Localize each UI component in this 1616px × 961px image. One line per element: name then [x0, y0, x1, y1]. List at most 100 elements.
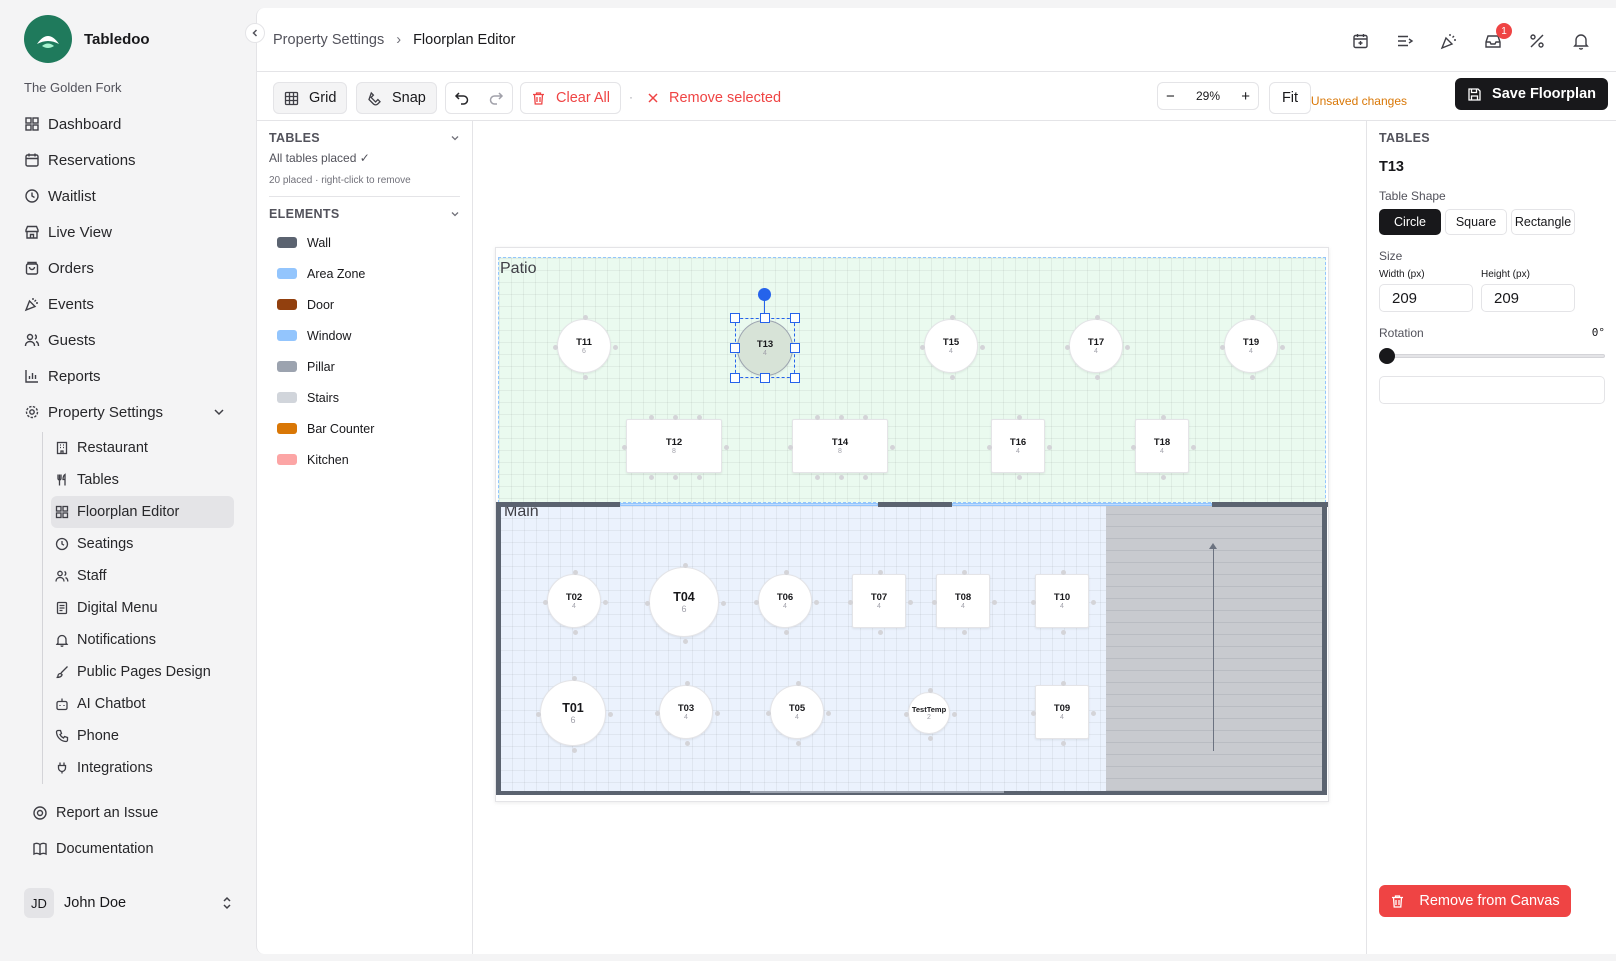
- table-T15[interactable]: T15 4: [919, 314, 985, 380]
- zone-main[interactable]: [500, 506, 1106, 791]
- nav-reports[interactable]: Reports: [24, 358, 234, 394]
- tables-section-header[interactable]: TABLES: [269, 131, 460, 145]
- element-window[interactable]: Window: [269, 320, 460, 351]
- wall-top-right[interactable]: [1212, 502, 1328, 507]
- element-wall[interactable]: Wall: [269, 227, 460, 258]
- remove-from-canvas-button[interactable]: Remove from Canvas: [1379, 885, 1571, 917]
- table-T07[interactable]: T07 4: [847, 569, 913, 635]
- door-bottom[interactable]: [750, 791, 1004, 793]
- remove-selected-button[interactable]: Remove selected: [637, 82, 791, 114]
- waitlist-button[interactable]: [1394, 30, 1416, 52]
- clear-all-button[interactable]: Clear All: [520, 82, 621, 114]
- sub-floorplan-editor[interactable]: Floorplan Editor: [51, 496, 234, 528]
- nav-orders[interactable]: Orders: [24, 250, 234, 286]
- element-kitchen[interactable]: Kitchen: [269, 444, 460, 475]
- slider-thumb[interactable]: [1379, 348, 1395, 364]
- resize-handle-se[interactable]: [790, 373, 800, 383]
- table-T06[interactable]: T06 4: [753, 569, 819, 635]
- inbox-button[interactable]: 1: [1482, 23, 1512, 52]
- sub-digital-menu[interactable]: Digital Menu: [51, 592, 234, 624]
- sub-notifications[interactable]: Notifications: [51, 624, 234, 656]
- element-stairs[interactable]: Stairs: [269, 382, 460, 413]
- wall-left[interactable]: [496, 502, 501, 794]
- nav-reservations[interactable]: Reservations: [24, 142, 234, 178]
- nav-live-view[interactable]: Live View: [24, 214, 234, 250]
- documentation-link[interactable]: Documentation: [32, 831, 158, 867]
- undo-icon[interactable]: [454, 90, 470, 106]
- window-top-2[interactable]: [952, 503, 1212, 506]
- resize-handle-nw[interactable]: [730, 313, 740, 323]
- element-door[interactable]: Door: [269, 289, 460, 320]
- zone-patio[interactable]: [498, 257, 1326, 503]
- events-button[interactable]: [1438, 30, 1460, 52]
- table-T16[interactable]: T16 4: [986, 414, 1052, 480]
- table-T02[interactable]: T02 4: [542, 569, 608, 635]
- shape-circle-button[interactable]: Circle: [1379, 209, 1441, 235]
- table-T11[interactable]: T11 6: [552, 314, 618, 380]
- table-notes-input[interactable]: [1379, 376, 1605, 404]
- nav-property-settings[interactable]: Property Settings: [24, 394, 234, 430]
- zoom-in-button[interactable]: +: [1241, 88, 1250, 105]
- stairs[interactable]: [1106, 506, 1322, 791]
- shape-rectangle-button[interactable]: Rectangle: [1511, 209, 1575, 235]
- rotation-handle[interactable]: [758, 288, 771, 301]
- user-menu[interactable]: JD John Doe: [24, 888, 234, 918]
- element-pillar[interactable]: Pillar: [269, 351, 460, 382]
- table-TestTemp[interactable]: TestTemp 2: [903, 687, 957, 741]
- table-T14[interactable]: T14 8: [787, 414, 895, 480]
- sub-tables[interactable]: Tables: [51, 464, 234, 496]
- nav-waitlist[interactable]: Waitlist: [24, 178, 234, 214]
- notifications-button[interactable]: [1570, 30, 1592, 52]
- wall-top-left[interactable]: [496, 502, 620, 507]
- sub-integrations[interactable]: Integrations: [51, 752, 234, 784]
- sub-staff[interactable]: Staff: [51, 560, 234, 592]
- nav-events[interactable]: Events: [24, 286, 234, 322]
- table-T03[interactable]: T03 4: [654, 680, 720, 746]
- nav-guests[interactable]: Guests: [24, 322, 234, 358]
- elements-section-header[interactable]: ELEMENTS: [269, 207, 460, 221]
- resize-handle-s[interactable]: [760, 373, 770, 383]
- table-T17[interactable]: T17 4: [1064, 314, 1130, 380]
- resize-handle-e[interactable]: [790, 343, 800, 353]
- table-T19[interactable]: T19 4: [1219, 314, 1285, 380]
- report-issue-link[interactable]: Report an Issue: [32, 795, 158, 831]
- resize-handle-sw[interactable]: [730, 373, 740, 383]
- breadcrumb-parent[interactable]: Property Settings: [273, 32, 384, 48]
- table-T05[interactable]: T05 4: [765, 680, 831, 746]
- window-top-1[interactable]: [620, 503, 878, 506]
- zoom-out-button[interactable]: −: [1166, 88, 1175, 105]
- sub-ai-chatbot[interactable]: AI Chatbot: [51, 688, 234, 720]
- calendar-add-button[interactable]: [1350, 30, 1372, 52]
- resize-handle-n[interactable]: [760, 313, 770, 323]
- height-input[interactable]: 209: [1481, 284, 1575, 312]
- grid-toggle-button[interactable]: Grid: [273, 82, 348, 114]
- width-input[interactable]: 209: [1379, 284, 1473, 312]
- collapse-sidebar-button[interactable]: [245, 23, 265, 43]
- resize-handle-ne[interactable]: [790, 313, 800, 323]
- table-T04[interactable]: T04 6: [644, 562, 726, 644]
- sub-phone[interactable]: Phone: [51, 720, 234, 752]
- discounts-button[interactable]: [1526, 30, 1548, 52]
- table-T10[interactable]: T10 4: [1030, 569, 1096, 635]
- shape-square-button[interactable]: Square: [1445, 209, 1507, 235]
- save-floorplan-button[interactable]: Save Floorplan: [1455, 78, 1608, 110]
- element-bar-counter[interactable]: Bar Counter: [269, 413, 460, 444]
- table-T12[interactable]: T12 8: [621, 414, 729, 480]
- resize-handle-w[interactable]: [730, 343, 740, 353]
- table-T01[interactable]: T01 6: [535, 675, 613, 753]
- sub-seatings[interactable]: Seatings: [51, 528, 234, 560]
- redo-icon[interactable]: [488, 90, 504, 106]
- table-T09[interactable]: T09 4: [1030, 680, 1096, 746]
- sub-public-pages-design[interactable]: Public Pages Design: [51, 656, 234, 688]
- sub-restaurant[interactable]: Restaurant: [51, 432, 234, 464]
- floorplan-canvas[interactable]: Patio Main T11 6 T13 4 T15 4 T17 4 T19 4…: [473, 121, 1366, 954]
- brand[interactable]: Tabledoo: [24, 15, 150, 63]
- nav-dashboard[interactable]: Dashboard: [24, 106, 234, 142]
- element-area-zone[interactable]: Area Zone: [269, 258, 460, 289]
- table-T18[interactable]: T18 4: [1130, 414, 1196, 480]
- rotation-slider[interactable]: [1379, 348, 1605, 364]
- snap-toggle-button[interactable]: Snap: [356, 82, 437, 114]
- wall-right[interactable]: [1322, 502, 1327, 794]
- table-T08[interactable]: T08 4: [931, 569, 997, 635]
- fit-button[interactable]: Fit: [1269, 82, 1311, 114]
